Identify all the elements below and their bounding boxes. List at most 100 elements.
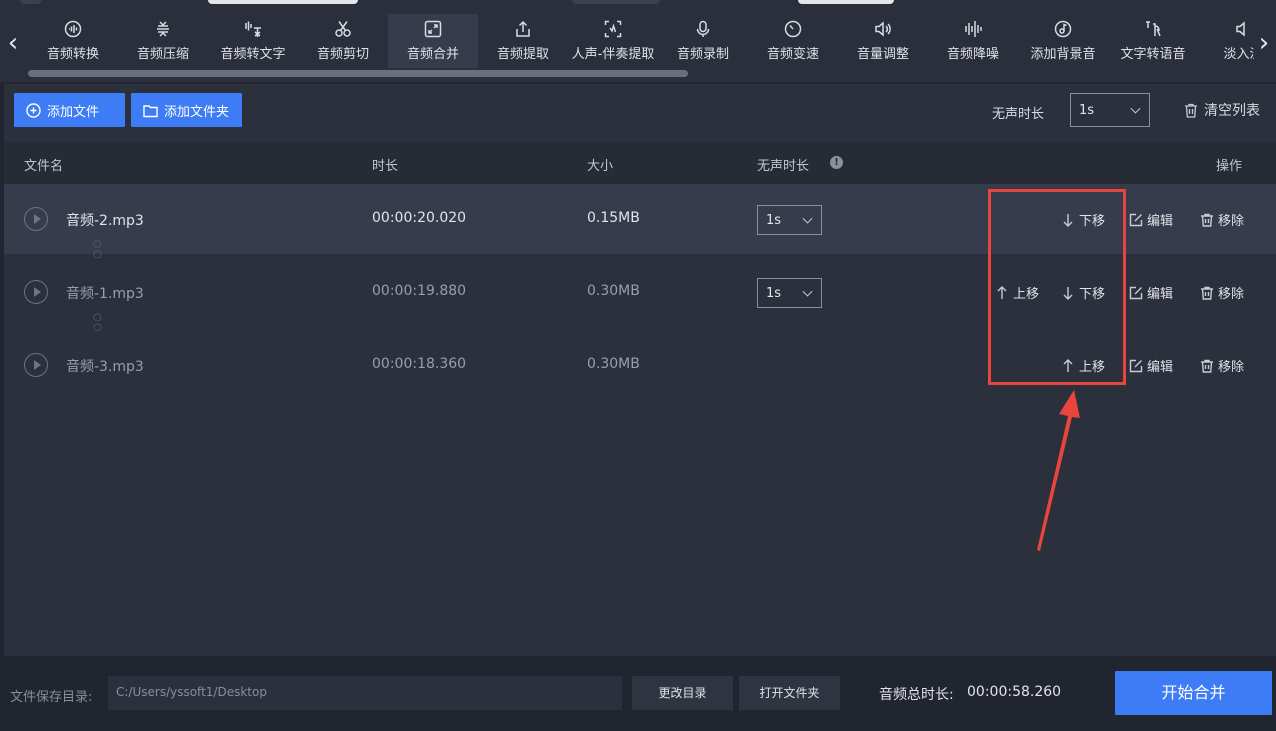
- tool-text-to-speech[interactable]: 文字转语音: [1108, 14, 1198, 68]
- noise-bars-icon: [928, 20, 1018, 40]
- chevron-down-icon: [802, 213, 813, 224]
- edit-button[interactable]: 编辑: [1129, 210, 1173, 229]
- edit-icon: [1129, 213, 1143, 226]
- tool-label: 淡入淡: [1223, 47, 1254, 62]
- scroll-right-icon[interactable]: ›: [1254, 30, 1274, 60]
- tool-ribbon: ‹ › 音频转换 音频压缩 音频转文字 音频剪切 音频合并 音频提取 人声-伴奏…: [0, 0, 1276, 82]
- total-duration-label: 音频总时长:: [879, 687, 954, 703]
- save-directory-label: 文件保存目录:: [10, 690, 93, 705]
- column-header-name: 文件名: [24, 159, 64, 174]
- tool-label: 音频提取: [496, 47, 549, 62]
- file-size: 0.15MB: [587, 210, 640, 226]
- column-header-operations: 操作: [1216, 159, 1243, 174]
- tool-label: 音频变速: [766, 47, 819, 62]
- chevron-down-icon: [802, 286, 813, 297]
- volume-icon: [838, 20, 928, 40]
- change-directory-button[interactable]: 更改目录: [632, 676, 733, 710]
- tool-label: 音频转文字: [220, 47, 286, 62]
- edit-icon: [1129, 286, 1143, 299]
- music-disc-icon: [1018, 20, 1108, 40]
- compress-icon: [118, 20, 208, 40]
- play-icon[interactable]: [24, 207, 48, 231]
- file-name: 音频-1.mp3: [66, 286, 144, 302]
- save-path-field[interactable]: C:/Users/yssoft1/Desktop: [108, 676, 622, 710]
- remove-label: 移除: [1218, 214, 1245, 229]
- tool-label: 音频降噪: [946, 47, 999, 62]
- select-value: 1s: [1079, 102, 1095, 118]
- annotation-arrow-icon: [1037, 390, 1080, 551]
- trash-icon: [1201, 359, 1213, 373]
- speedometer-icon: [748, 20, 838, 40]
- edit-label: 编辑: [1147, 287, 1174, 302]
- tool-label: 音频合并: [406, 47, 459, 62]
- tool-label: 音频压缩: [136, 47, 189, 62]
- tool-audio-extract[interactable]: 音频提取: [478, 14, 568, 68]
- scissors-icon: [298, 20, 388, 40]
- window-chrome: [208, 0, 358, 4]
- tool-audio-to-text[interactable]: 音频转文字: [208, 14, 298, 68]
- speech-text-icon: [208, 20, 298, 40]
- tool-list: 音频转换 音频压缩 音频转文字 音频剪切 音频合并 音频提取 人声-伴奏提取 音…: [28, 14, 1254, 68]
- column-header-silence: 无声时长: [757, 159, 810, 174]
- remove-button[interactable]: 移除: [1200, 356, 1244, 375]
- edit-icon: [1129, 359, 1143, 372]
- vocal-extract-icon: [568, 20, 658, 40]
- global-silence-select[interactable]: 1s: [1070, 93, 1150, 127]
- add-file-button[interactable]: 添加文件: [14, 93, 125, 127]
- horizontal-scrollbar[interactable]: [28, 70, 688, 77]
- file-duration: 00:00:19.880: [372, 283, 467, 299]
- chevron-down-icon: [1130, 103, 1141, 114]
- annotation-highlight-box: [988, 189, 1126, 385]
- tool-label: 人声-伴奏提取: [571, 47, 655, 62]
- edit-button[interactable]: 编辑: [1129, 283, 1173, 302]
- file-size: 0.30MB: [587, 356, 640, 372]
- add-folder-button[interactable]: 添加文件夹: [131, 93, 242, 127]
- tool-fade[interactable]: 淡入淡: [1198, 14, 1254, 68]
- tool-audio-speed[interactable]: 音频变速: [748, 14, 838, 68]
- tool-audio-convert[interactable]: 音频转换: [28, 14, 118, 68]
- folder-icon: [143, 104, 158, 117]
- scroll-left-icon[interactable]: ‹: [3, 30, 23, 60]
- tool-label: 添加背景音: [1030, 47, 1096, 62]
- trash-icon: [1185, 103, 1197, 118]
- tool-label: 音频转换: [46, 47, 99, 62]
- add-folder-label: 添加文件夹: [164, 104, 230, 120]
- window-chrome: [572, 0, 660, 4]
- tool-audio-merge[interactable]: 音频合并: [388, 14, 478, 68]
- wave-circle-icon: [28, 20, 118, 40]
- tool-add-background[interactable]: 添加背景音: [1018, 14, 1108, 68]
- microphone-icon: [658, 20, 748, 40]
- edit-label: 编辑: [1147, 214, 1174, 229]
- edit-button[interactable]: 编辑: [1129, 356, 1173, 375]
- row-silence-select[interactable]: 1s: [757, 278, 822, 308]
- text-speech-icon: [1108, 20, 1198, 40]
- tool-vocal-extract[interactable]: 人声-伴奏提取: [568, 14, 658, 68]
- remove-button[interactable]: 移除: [1200, 283, 1244, 302]
- tool-label: 音量调整: [856, 47, 909, 62]
- window-chrome: [798, 0, 894, 4]
- window-chrome: [20, 0, 42, 4]
- add-file-label: 添加文件: [47, 104, 100, 120]
- play-icon[interactable]: [24, 280, 48, 304]
- tool-audio-cut[interactable]: 音频剪切: [298, 14, 388, 68]
- start-merge-button[interactable]: 开始合并: [1115, 671, 1272, 715]
- export-icon: [478, 20, 568, 40]
- table-header: 文件名 时长 大小 无声时长 ! 操作: [4, 142, 1276, 184]
- tool-volume-adjust[interactable]: 音量调整: [838, 14, 928, 68]
- silence-duration-label: 无声时长: [992, 107, 1045, 122]
- open-folder-button[interactable]: 打开文件夹: [739, 676, 840, 710]
- tool-audio-record[interactable]: 音频录制: [658, 14, 748, 68]
- plus-circle-icon: [26, 102, 41, 118]
- clear-list-button[interactable]: 清空列表: [1184, 100, 1260, 120]
- tool-noise-reduce[interactable]: 音频降噪: [928, 14, 1018, 68]
- play-icon[interactable]: [24, 353, 48, 377]
- remove-button[interactable]: 移除: [1200, 210, 1244, 229]
- info-icon[interactable]: !: [830, 156, 843, 169]
- fade-icon: [1198, 20, 1254, 40]
- row-silence-select[interactable]: 1s: [757, 205, 822, 235]
- tool-label: 音频剪切: [316, 47, 369, 62]
- tool-audio-compress[interactable]: 音频压缩: [118, 14, 208, 68]
- select-value: 1s: [766, 212, 782, 228]
- clear-list-label: 清空列表: [1204, 103, 1260, 119]
- edit-label: 编辑: [1147, 360, 1174, 375]
